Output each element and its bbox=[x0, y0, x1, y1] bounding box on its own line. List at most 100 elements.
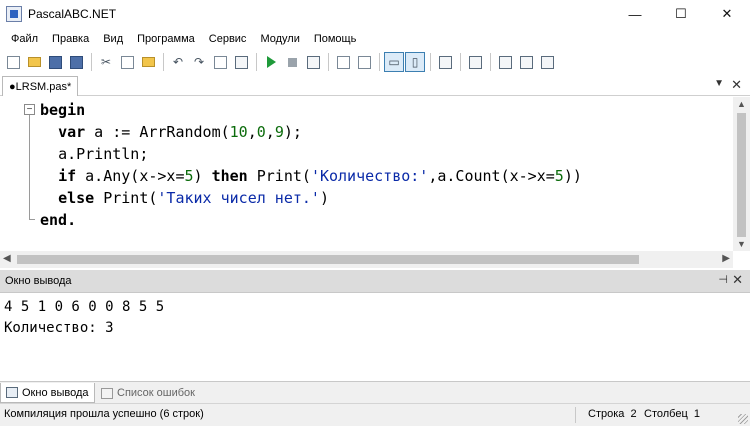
print-button[interactable] bbox=[231, 52, 251, 72]
horizontal-scrollbar[interactable]: ◀ ▶ bbox=[0, 251, 733, 268]
code-line: begin bbox=[40, 99, 85, 121]
text-window-toggle[interactable]: ▯ bbox=[405, 52, 425, 72]
debug-button[interactable] bbox=[303, 52, 323, 72]
chevron-down-icon[interactable]: ▼ bbox=[714, 78, 724, 89]
close-button[interactable]: ✕ bbox=[704, 0, 750, 28]
status-separator bbox=[575, 407, 576, 423]
output-window-icon bbox=[6, 387, 18, 398]
menu-file[interactable]: Файл bbox=[4, 28, 45, 50]
code-line: a.Println; bbox=[40, 143, 148, 165]
run-button[interactable] bbox=[261, 52, 281, 72]
menu-edit[interactable]: Правка bbox=[45, 28, 96, 50]
scroll-down-icon[interactable]: ▼ bbox=[733, 239, 750, 249]
code-number: 0 bbox=[256, 123, 266, 141]
code-string: 'Количество:' bbox=[310, 167, 429, 185]
form-designer-button[interactable] bbox=[435, 52, 455, 72]
menu-modules[interactable]: Модули bbox=[253, 28, 306, 50]
code-keyword: then bbox=[211, 167, 248, 185]
cut-button[interactable]: ✂ bbox=[96, 52, 116, 72]
step-into-icon bbox=[336, 55, 350, 69]
toolbar-separator bbox=[163, 53, 164, 71]
code-token: ) bbox=[319, 189, 329, 207]
output-line: 4 5 1 0 6 0 0 8 5 5 bbox=[4, 299, 165, 315]
code-token: Print( bbox=[94, 189, 158, 207]
code-keyword: else bbox=[58, 189, 95, 207]
fold-guide bbox=[29, 109, 30, 219]
menu-bar: Файл Правка Вид Программа Сервис Модули … bbox=[0, 28, 750, 50]
app-icon bbox=[6, 6, 22, 22]
step-over-button[interactable] bbox=[354, 52, 374, 72]
fold-collapse-icon[interactable]: − bbox=[24, 104, 35, 115]
tool-button-3[interactable] bbox=[537, 52, 557, 72]
code-keyword: if bbox=[58, 167, 77, 185]
tool-icon bbox=[498, 55, 512, 69]
code-template-button[interactable] bbox=[465, 52, 485, 72]
tab-output-window[interactable]: Окно вывода bbox=[0, 383, 95, 403]
format-button[interactable] bbox=[210, 52, 230, 72]
redo-button[interactable]: ↷ bbox=[189, 52, 209, 72]
fold-guide-end bbox=[29, 219, 35, 220]
stop-button[interactable] bbox=[282, 52, 302, 72]
code-editor[interactable]: − begin var a := ArrRandom(10,0,9); a.Pr… bbox=[0, 97, 750, 251]
tab-error-list[interactable]: Список ошибок bbox=[96, 383, 200, 403]
scroll-left-icon[interactable]: ◀ bbox=[3, 253, 11, 264]
copy-button[interactable] bbox=[117, 52, 137, 72]
paste-button[interactable] bbox=[138, 52, 158, 72]
undo-icon: ↶ bbox=[172, 55, 184, 69]
menu-help[interactable]: Помощь bbox=[307, 28, 364, 50]
code-number: 9 bbox=[274, 123, 284, 141]
code-token: , bbox=[247, 123, 257, 141]
tab-error-list-label: Список ошибок bbox=[117, 387, 195, 399]
maximize-button[interactable]: ☐ bbox=[658, 0, 704, 28]
menu-service[interactable]: Сервис bbox=[202, 28, 254, 50]
save-all-icon bbox=[69, 55, 83, 69]
run-icon bbox=[266, 56, 276, 68]
form-icon bbox=[438, 55, 452, 69]
tool-button-1[interactable] bbox=[495, 52, 515, 72]
scroll-thumb[interactable] bbox=[737, 113, 746, 237]
step-into-button[interactable] bbox=[333, 52, 353, 72]
code-token: Print( bbox=[247, 167, 311, 185]
output-panel-title: Окно вывода bbox=[5, 275, 72, 287]
save-button[interactable] bbox=[45, 52, 65, 72]
code-template-icon bbox=[468, 55, 482, 69]
column-label: Столбец bbox=[644, 408, 688, 420]
pin-icon[interactable]: ⊣ bbox=[718, 273, 728, 286]
code-number: 10 bbox=[229, 123, 248, 141]
open-button[interactable] bbox=[24, 52, 44, 72]
close-tab-icon[interactable]: ✕ bbox=[731, 77, 742, 93]
window-title: PascalABC.NET bbox=[28, 7, 117, 21]
undo-button[interactable]: ↶ bbox=[168, 52, 188, 72]
status-message: Компиляция прошла успешно (6 строк) bbox=[4, 408, 204, 420]
menu-program[interactable]: Программа bbox=[130, 28, 202, 50]
minimize-button[interactable]: — bbox=[612, 0, 658, 28]
debug-icon bbox=[306, 55, 320, 69]
row-value: 2 bbox=[630, 408, 637, 420]
save-all-button[interactable] bbox=[66, 52, 86, 72]
code-token: ); bbox=[283, 123, 302, 141]
output-window-toggle[interactable]: ▭ bbox=[384, 52, 404, 72]
cursor-column: Столбец 1 bbox=[644, 408, 700, 420]
scroll-right-icon[interactable]: ▶ bbox=[722, 253, 730, 264]
resize-grip-icon[interactable] bbox=[738, 414, 748, 424]
horizontal-scroll-thumb[interactable] bbox=[17, 255, 639, 264]
tool-button-2[interactable] bbox=[516, 52, 536, 72]
tab-lrsm-pas[interactable]: ●LRSM.pas* bbox=[2, 76, 79, 96]
new-file-button[interactable] bbox=[3, 52, 23, 72]
toolbar-separator bbox=[460, 53, 461, 71]
title-bar: PascalABC.NET — ☐ ✕ bbox=[0, 0, 750, 28]
scroll-up-icon[interactable]: ▲ bbox=[733, 99, 750, 109]
console-icon: ▭ bbox=[388, 55, 400, 69]
close-panel-icon[interactable]: ✕ bbox=[732, 272, 743, 288]
menu-view[interactable]: Вид bbox=[96, 28, 130, 50]
output-window[interactable]: 4 5 1 0 6 0 0 8 5 5 Количество: 3 bbox=[0, 292, 750, 380]
tab-output-window-label: Окно вывода bbox=[22, 386, 89, 399]
code-token: ,a.Count(x->x= bbox=[428, 167, 555, 185]
code-keyword: end. bbox=[40, 211, 77, 229]
stop-icon bbox=[287, 57, 297, 67]
code-token: a.Println; bbox=[58, 145, 149, 163]
vertical-scrollbar[interactable]: ▲ ▼ bbox=[733, 97, 750, 251]
open-folder-icon bbox=[27, 57, 41, 67]
